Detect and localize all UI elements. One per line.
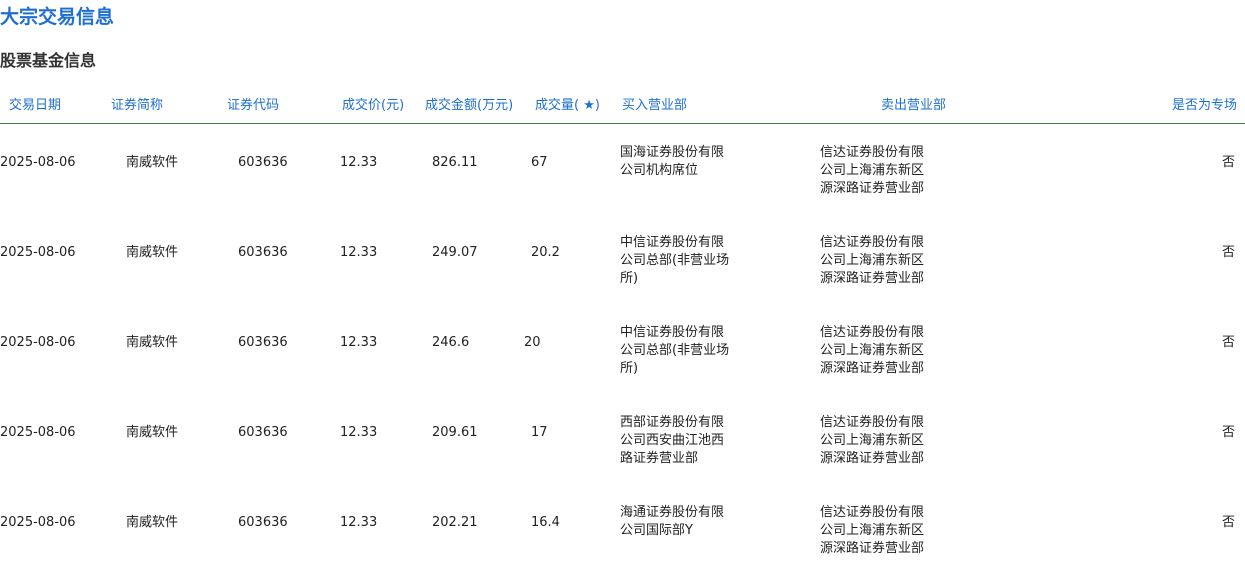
cell-special: 否 [1221, 425, 1235, 440]
cell-seller: 信达证券股份有限公司上海浦东新区源深路证券营业部 [820, 415, 925, 466]
table-row: 2025-08-06 南威软件 603636 12.33 249.07 20.2… [0, 214, 1245, 304]
cell-special: 否 [1221, 335, 1235, 350]
cell-date: 2025-08-06 [0, 335, 76, 350]
cell-price: 12.33 [340, 245, 378, 260]
table-header: 交易日期 证券简称 证券代码 成交价(元) 成交金额(万元) 成交量( ★) 买… [0, 94, 1245, 124]
table-body: 2025-08-06 南威软件 603636 12.33 826.11 67 国… [0, 124, 1245, 574]
cell-volume: 67 [531, 155, 548, 170]
column-header-special[interactable]: 是否为专场 [1172, 97, 1237, 115]
cell-seller: 信达证券股份有限公司上海浦东新区源深路证券营业部 [820, 145, 925, 196]
cell-amount: 246.6 [432, 335, 470, 350]
table-row: 2025-08-06 南威软件 603636 12.33 246.6 20 中信… [0, 304, 1245, 394]
column-header-name[interactable]: 证券简称 [111, 97, 163, 115]
cell-seller: 信达证券股份有限公司上海浦东新区源深路证券营业部 [820, 505, 925, 556]
cell-seller: 信达证券股份有限公司上海浦东新区源深路证券营业部 [820, 235, 925, 286]
cell-amount: 826.11 [432, 155, 478, 170]
cell-code: 603636 [238, 155, 288, 170]
cell-name: 南威软件 [126, 425, 179, 440]
column-header-volume[interactable]: 成交量( ★) [535, 97, 600, 115]
cell-volume: 20.2 [531, 245, 560, 260]
cell-date: 2025-08-06 [0, 425, 76, 440]
cell-code: 603636 [238, 425, 288, 440]
cell-buyer: 中信证券股份有限公司总部(非营业场所) [620, 325, 730, 376]
cell-volume: 20 [524, 335, 541, 350]
table-row: 2025-08-06 南威软件 603636 12.33 202.21 16.4… [0, 484, 1245, 574]
cell-buyer: 中信证券股份有限公司总部(非营业场所) [620, 235, 730, 286]
cell-price: 12.33 [340, 425, 378, 440]
cell-name: 南威软件 [126, 155, 179, 170]
cell-buyer: 国海证券股份有限公司机构席位 [620, 145, 725, 178]
cell-price: 12.33 [340, 515, 378, 530]
cell-name: 南威软件 [126, 335, 179, 350]
cell-name: 南威软件 [126, 515, 179, 530]
cell-price: 12.33 [340, 155, 378, 170]
page-title: 大宗交易信息 [0, 6, 115, 28]
cell-volume: 17 [531, 425, 548, 440]
section-title: 股票基金信息 [0, 51, 97, 70]
cell-amount: 202.21 [432, 515, 478, 530]
cell-special: 否 [1221, 155, 1235, 170]
table-row: 2025-08-06 南威软件 603636 12.33 826.11 67 国… [0, 124, 1245, 214]
column-header-buyer[interactable]: 买入营业部 [622, 97, 687, 115]
cell-code: 603636 [238, 335, 288, 350]
cell-date: 2025-08-06 [0, 245, 76, 260]
cell-name: 南威软件 [126, 245, 179, 260]
column-header-amount[interactable]: 成交金额(万元) [425, 97, 513, 115]
column-header-price[interactable]: 成交价(元) [342, 97, 404, 115]
cell-special: 否 [1221, 515, 1235, 530]
table-row: 2025-08-06 南威软件 603636 12.33 209.61 17 西… [0, 394, 1245, 484]
column-header-code[interactable]: 证券代码 [227, 97, 279, 115]
cell-buyer: 海通证券股份有限公司国际部Y [620, 505, 725, 538]
column-header-date[interactable]: 交易日期 [9, 97, 61, 115]
cell-buyer: 西部证券股份有限公司西安曲江池西路证券营业部 [620, 415, 725, 466]
cell-seller: 信达证券股份有限公司上海浦东新区源深路证券营业部 [820, 325, 925, 376]
cell-date: 2025-08-06 [0, 155, 76, 170]
cell-special: 否 [1221, 245, 1235, 260]
cell-volume: 16.4 [531, 515, 560, 530]
cell-code: 603636 [238, 245, 288, 260]
cell-code: 603636 [238, 515, 288, 530]
cell-date: 2025-08-06 [0, 515, 76, 530]
column-header-seller[interactable]: 卖出营业部 [881, 97, 946, 115]
cell-amount: 249.07 [432, 245, 478, 260]
cell-price: 12.33 [340, 335, 378, 350]
cell-amount: 209.61 [432, 425, 478, 440]
